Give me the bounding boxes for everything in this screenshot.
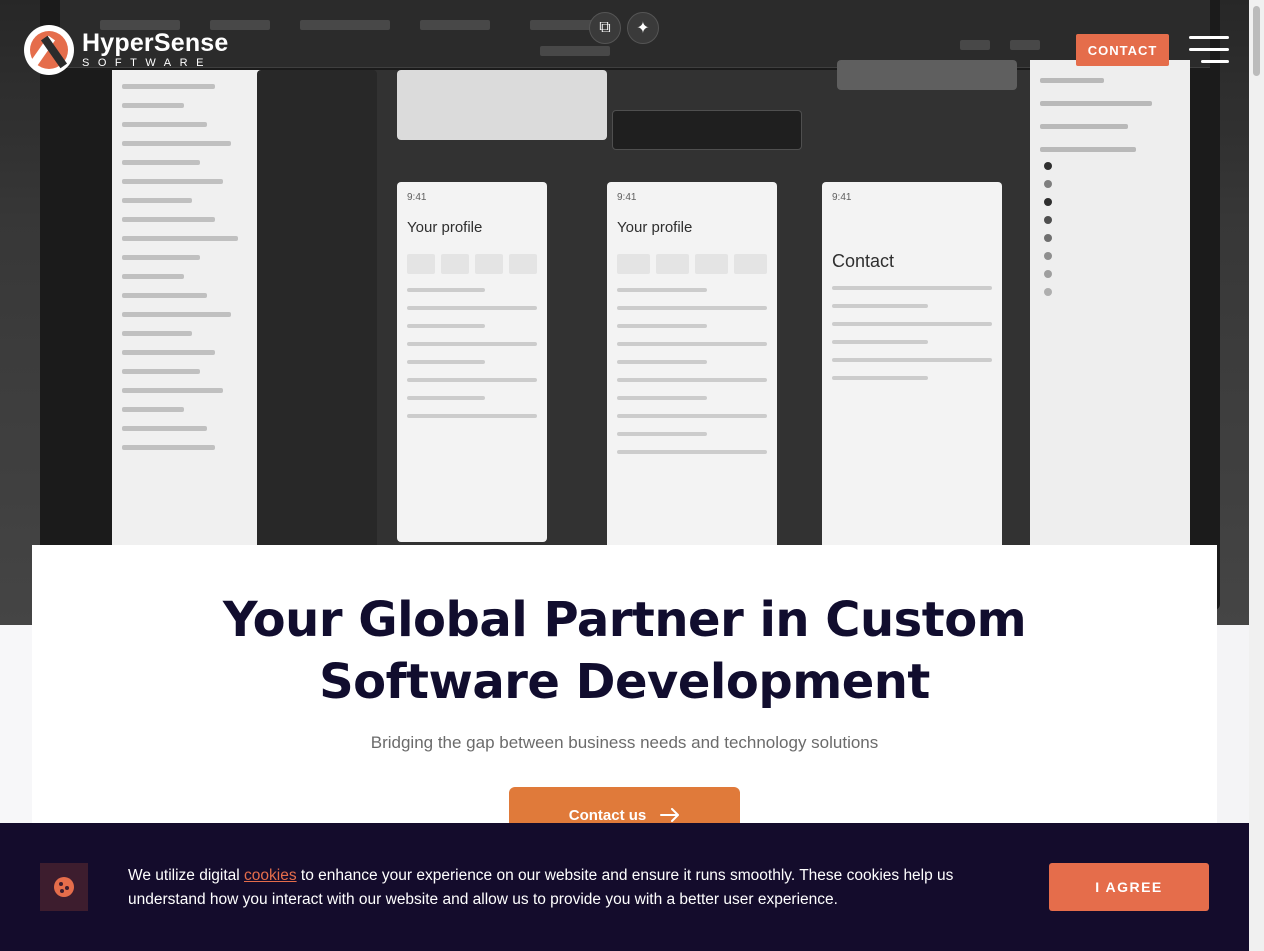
page-background	[0, 625, 32, 825]
menu-icon[interactable]	[1189, 36, 1229, 64]
agree-button[interactable]: I AGREE	[1049, 863, 1209, 911]
contact-button[interactable]: CONTACT	[1076, 34, 1169, 66]
logo-tagline: SOFTWARE	[82, 57, 212, 69]
hero-card: Your Global Partner in Custom Software D…	[32, 545, 1217, 865]
cookies-link[interactable]: cookies	[244, 867, 297, 884]
page-subtitle: Bridging the gap between business needs …	[370, 733, 879, 752]
arrow-right-icon	[660, 808, 680, 822]
scrollbar[interactable]	[1249, 0, 1264, 951]
contact-us-label: Contact us	[568, 806, 647, 824]
cookie-icon	[40, 863, 88, 911]
logo-wordmark: HyperSense	[82, 29, 229, 57]
page-title: Your Global Partner in Custom Software D…	[222, 592, 1027, 710]
copy-icon[interactable]: ⧉	[589, 12, 621, 44]
cookie-message: We utilize digital cookies to enhance yo…	[128, 867, 954, 908]
hero-image: 9:41 Your profile 9:41 Your profile 9:41…	[0, 0, 1249, 625]
logo-icon	[24, 25, 74, 75]
cookie-banner: We utilize digital cookies to enhance yo…	[0, 823, 1249, 951]
site-logo[interactable]: HyperSense SOFTWARE	[24, 25, 229, 75]
scrollbar-thumb[interactable]	[1253, 6, 1260, 76]
sparkle-icon[interactable]: ✦	[627, 12, 659, 44]
